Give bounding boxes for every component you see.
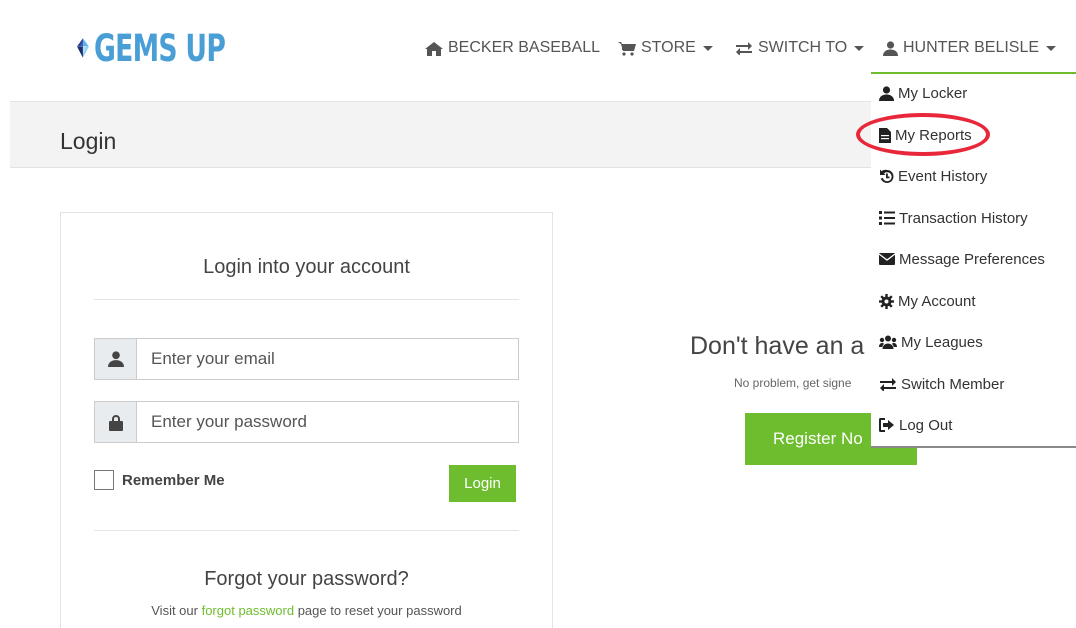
gems-up-logo[interactable]: GEMS UP xyxy=(76,8,276,88)
list-icon xyxy=(879,211,895,225)
nav-user-menu[interactable]: HUNTER BELISLE xyxy=(883,36,1057,60)
red-highlight-ring xyxy=(856,113,990,156)
exchange-icon xyxy=(736,42,752,55)
remember-me-checkbox[interactable] xyxy=(94,470,114,490)
chevron-down-icon xyxy=(854,46,865,51)
nav-home-label: BECKER BASEBALL xyxy=(448,39,601,56)
user-icon xyxy=(107,351,124,367)
divider xyxy=(94,530,519,531)
gear-icon xyxy=(879,293,894,309)
diamond-logo-icon xyxy=(77,38,89,58)
menu-item-label: My Account xyxy=(898,292,976,310)
login-heading: Login into your account xyxy=(203,256,410,278)
divider xyxy=(94,299,519,300)
password-field[interactable] xyxy=(137,401,519,443)
email-input-group xyxy=(94,338,519,380)
user-icon xyxy=(879,85,894,101)
nav-switch-label: SWITCH TO xyxy=(758,39,848,56)
page-title-band xyxy=(10,102,872,168)
nav-user-label: HUNTER BELISLE xyxy=(903,39,1040,56)
forgot-text-suffix: page to reset your password xyxy=(294,603,462,618)
menu-item-label: Transaction History xyxy=(899,209,1028,227)
user-icon xyxy=(883,40,898,56)
cart-icon xyxy=(618,41,636,56)
login-button[interactable]: Login xyxy=(449,465,516,502)
password-input-group xyxy=(94,401,519,443)
menu-item-event-history[interactable]: Event History xyxy=(879,165,987,187)
remember-me-label: Remember Me xyxy=(122,471,225,489)
history-icon xyxy=(880,169,894,183)
page-title: Login xyxy=(60,128,117,154)
menu-item-label: Switch Member xyxy=(901,375,1005,393)
home-icon xyxy=(425,41,443,56)
envelope-icon xyxy=(879,253,895,265)
menu-item-my-leagues[interactable]: My Leagues xyxy=(879,331,983,353)
logo-text: GEMS UP xyxy=(93,26,226,70)
email-field[interactable] xyxy=(137,338,519,380)
menu-item-switch-member[interactable]: Switch Member xyxy=(879,373,1004,395)
nav-store-label: STORE xyxy=(641,39,696,56)
menu-item-my-locker[interactable]: My Locker xyxy=(879,82,967,104)
email-addon xyxy=(94,338,137,380)
exchange-icon xyxy=(880,378,896,391)
menu-item-label: My Locker xyxy=(898,84,968,102)
signup-text: No problem, get signe xyxy=(734,376,852,390)
menu-item-transaction-history[interactable]: Transaction History xyxy=(879,207,1028,229)
chevron-down-icon xyxy=(1046,46,1057,51)
remember-me[interactable]: Remember Me xyxy=(94,470,225,490)
menu-item-my-account[interactable]: My Account xyxy=(879,290,976,312)
users-icon xyxy=(879,335,897,349)
forgot-text-prefix: Visit our xyxy=(151,603,202,618)
chevron-down-icon xyxy=(702,46,713,51)
forgot-password-title: Forgot your password? xyxy=(204,568,409,590)
menu-item-label: Log Out xyxy=(899,416,953,434)
nav-store[interactable]: STORE xyxy=(618,36,713,60)
lock-icon xyxy=(108,414,123,431)
login-card: Login into your account Remember Me Logi… xyxy=(60,212,553,628)
forgot-password-link[interactable]: forgot password xyxy=(202,603,295,618)
nav-switch-to[interactable]: SWITCH TO xyxy=(735,36,865,60)
password-addon xyxy=(94,401,137,443)
sign-out-icon xyxy=(879,418,894,432)
signup-title: Don't have an a xyxy=(690,332,865,360)
nav-home[interactable]: BECKER BASEBALL xyxy=(425,36,600,60)
menu-item-label: Event History xyxy=(898,167,988,185)
forgot-password-text: Visit our forgot password page to reset … xyxy=(61,603,552,618)
menu-item-label: Message Preferences xyxy=(899,250,1045,268)
menu-item-label: My Leagues xyxy=(901,333,983,351)
menu-item-log-out[interactable]: Log Out xyxy=(879,414,952,436)
menu-item-message-preferences[interactable]: Message Preferences xyxy=(879,248,1045,270)
